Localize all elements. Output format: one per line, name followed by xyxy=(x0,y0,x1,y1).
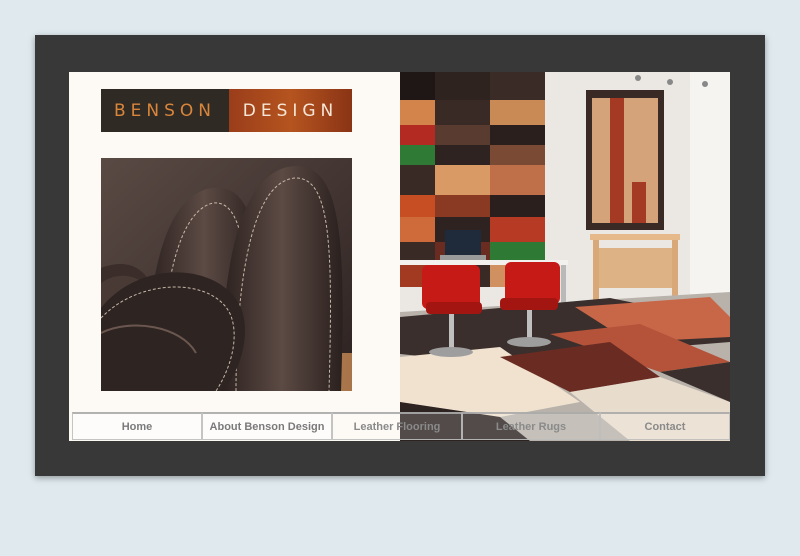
nav-contact[interactable]: Contact xyxy=(600,412,730,440)
rolled-leather-photo xyxy=(101,158,352,391)
main-nav: Home About Benson Design Leather Floorin… xyxy=(72,412,730,440)
logo-word-benson: BENSON xyxy=(101,89,229,132)
nav-home[interactable]: Home xyxy=(72,412,202,440)
leather-showroom-photo xyxy=(400,72,730,441)
content-panel: BENSON DESIGN Home About Benson Design L… xyxy=(69,72,730,441)
benson-design-logo[interactable]: BENSON DESIGN xyxy=(101,89,352,132)
nav-leather-rugs[interactable]: Leather Rugs xyxy=(462,412,600,440)
nav-leather-flooring[interactable]: Leather Flooring xyxy=(332,412,462,440)
left-column: BENSON DESIGN xyxy=(69,72,400,441)
logo-word-design: DESIGN xyxy=(229,89,352,132)
nav-about[interactable]: About Benson Design xyxy=(202,412,332,440)
